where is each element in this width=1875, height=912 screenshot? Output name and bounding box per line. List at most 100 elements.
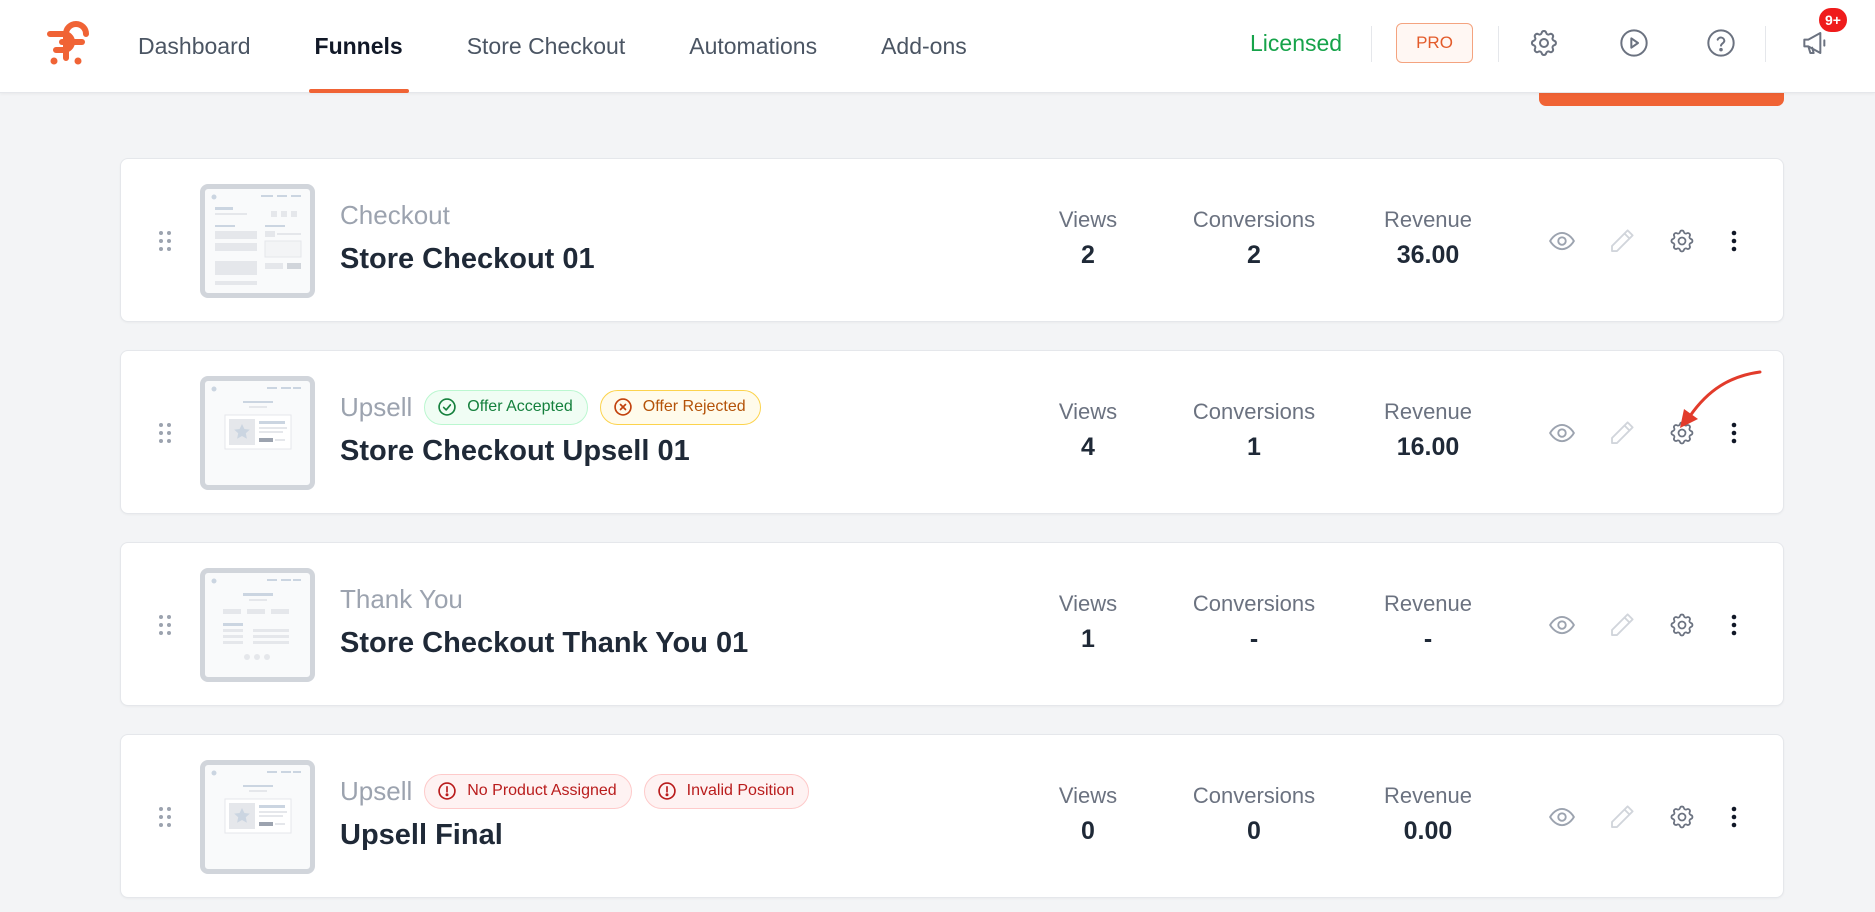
help-icon[interactable] [1703,25,1739,61]
revenue-label: Revenue [1383,591,1473,616]
create-button-edge[interactable] [1539,92,1784,106]
nav-store-checkout[interactable]: Store Checkout [449,0,644,93]
views-value: 1 [1081,625,1095,653]
views-stat: Views 2 [1038,207,1138,270]
conversions-stat: Conversions 1 [1170,399,1338,462]
license-status: Licensed [1250,30,1343,56]
revenue-stat: Revenue 36.00 [1358,207,1498,270]
nav-add-ons[interactable]: Add-ons [863,0,985,93]
step-type-row: Checkout [340,197,462,233]
revenue-value: 0.00 [1403,817,1453,845]
conversions-stat: Conversions 0 [1170,783,1338,846]
badge-label: Invalid Position [686,782,795,799]
pencil-icon[interactable] [1605,608,1639,642]
notification-badge[interactable]: 9+ [1817,6,1849,34]
step-title[interactable]: Store Checkout Upsell 01 [340,435,690,468]
pencil-icon[interactable] [1605,416,1639,450]
funnel-step-card: Thank You Store Checkout Thank You 01 Vi… [120,542,1784,706]
step-thumbnail[interactable] [200,376,315,490]
badge-label: No Product Assigned [467,782,617,799]
offer-accepted-badge[interactable]: Offer Accepted [424,389,588,425]
step-type: Upsell [340,775,413,806]
views-stat: Views 4 [1038,399,1138,462]
views-stat: Views 0 [1038,783,1138,846]
pencil-icon[interactable] [1605,224,1639,258]
revenue-stat: Revenue - [1358,591,1498,654]
revenue-value: 36.00 [1396,241,1460,269]
more-options-icon[interactable] [1717,800,1751,834]
step-type-row: Upsell Offer Accepted Offer Rejected [340,389,773,425]
step-type: Thank You [340,583,463,614]
divider [1765,26,1766,62]
revenue-value: 16.00 [1396,433,1460,461]
step-type: Checkout [340,199,450,230]
badge-label: Offer Rejected [642,398,746,415]
views-stat: Views 1 [1038,591,1138,654]
top-navigation-bar: Dashboard Funnels Store Checkout Automat… [0,0,1875,93]
step-thumbnail[interactable] [200,184,315,298]
nav-dashboard[interactable]: Dashboard [120,0,269,93]
main-nav: Dashboard Funnels Store Checkout Automat… [120,0,1013,93]
badge-label: Offer Accepted [467,398,573,415]
views-value: 4 [1081,433,1095,461]
step-thumbnail[interactable] [200,568,315,682]
drag-handle-icon[interactable] [157,613,173,637]
more-options-icon[interactable] [1717,608,1751,642]
gear-icon[interactable] [1665,608,1699,642]
conversions-value: 2 [1247,241,1261,269]
step-thumbnail[interactable] [200,760,315,874]
conversions-label: Conversions [1192,783,1316,808]
revenue-label: Revenue [1383,207,1473,232]
pencil-icon[interactable] [1605,800,1639,834]
annotation-arrow [1680,370,1762,428]
views-value: 0 [1081,817,1095,845]
more-options-icon[interactable] [1717,224,1751,258]
cartflows-logo[interactable] [46,20,90,66]
views-value: 2 [1081,241,1095,269]
step-type-row: Upsell No Product Assigned Invalid Posit… [340,773,821,809]
drag-handle-icon[interactable] [157,421,173,445]
divider [1498,26,1499,62]
gear-icon[interactable] [1526,25,1562,61]
views-label: Views [1058,783,1118,808]
revenue-stat: Revenue 0.00 [1358,783,1498,846]
funnel-step-card: Upsell No Product Assigned Invalid Posit… [120,734,1784,898]
conversions-label: Conversions [1192,399,1316,424]
conversions-label: Conversions [1192,207,1316,232]
invalid-position-badge[interactable]: Invalid Position [643,773,810,809]
conversions-stat: Conversions 2 [1170,207,1338,270]
step-type: Upsell [340,391,413,422]
divider [1371,26,1372,62]
funnel-step-card: Checkout Store Checkout 01 Views 2 Conver… [120,158,1784,322]
conversions-label: Conversions [1192,591,1316,616]
eye-icon[interactable] [1545,800,1579,834]
play-icon[interactable] [1616,25,1652,61]
revenue-label: Revenue [1383,399,1473,424]
gear-icon[interactable] [1665,224,1699,258]
conversions-value: 1 [1247,433,1261,461]
step-title[interactable]: Upsell Final [340,819,503,852]
conversions-stat: Conversions - [1170,591,1338,654]
pro-button[interactable]: PRO [1396,23,1473,63]
eye-icon[interactable] [1545,416,1579,450]
nav-funnels[interactable]: Funnels [297,0,421,93]
no-product-assigned-badge[interactable]: No Product Assigned [424,773,632,809]
offer-rejected-badge[interactable]: Offer Rejected [599,389,761,425]
eye-icon[interactable] [1545,608,1579,642]
eye-icon[interactable] [1545,224,1579,258]
conversions-value: 0 [1247,817,1261,845]
drag-handle-icon[interactable] [157,229,173,253]
revenue-value: - [1423,625,1433,653]
step-title[interactable]: Store Checkout Thank You 01 [340,627,748,660]
drag-handle-icon[interactable] [157,805,173,829]
views-label: Views [1058,207,1118,232]
alert-circle-icon [437,781,457,801]
gear-icon[interactable] [1665,800,1699,834]
x-circle-icon [613,397,633,417]
step-title[interactable]: Store Checkout 01 [340,243,595,276]
nav-automations[interactable]: Automations [671,0,835,93]
funnel-step-card: Upsell Offer Accepted Offer Rejected Sto… [120,350,1784,514]
conversions-value: - [1249,625,1259,653]
views-label: Views [1058,399,1118,424]
alert-circle-icon [657,781,677,801]
